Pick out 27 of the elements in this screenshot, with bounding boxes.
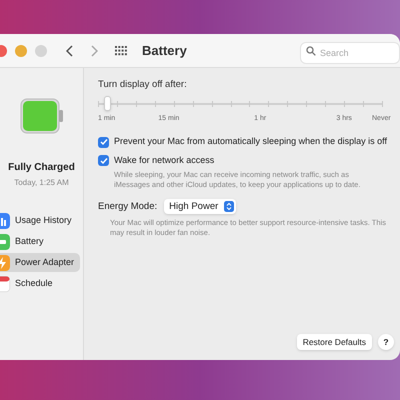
- minimize-button[interactable]: [15, 44, 27, 56]
- sidebar-item[interactable]: Battery: [0, 232, 80, 251]
- checkbox[interactable]: [98, 155, 109, 166]
- sidebar-item[interactable]: Power Adapter: [0, 253, 80, 272]
- back-icon[interactable]: [66, 44, 74, 56]
- checkbox-label: Wake for network access: [114, 154, 214, 167]
- battery-icon: [20, 98, 64, 134]
- chevron-updown-icon: [224, 201, 234, 212]
- search-field[interactable]: Search: [300, 42, 400, 64]
- energy-mode-label: Energy Mode:: [98, 200, 158, 214]
- checkbox[interactable]: [98, 136, 109, 148]
- grid-icon[interactable]: [115, 46, 127, 56]
- checkmark-icon: [100, 138, 108, 146]
- sidebar-item[interactable]: Usage History: [0, 211, 80, 230]
- search-icon: [306, 46, 316, 56]
- help-button[interactable]: ?: [378, 334, 394, 350]
- charge-status: Fully Charged: [8, 161, 75, 175]
- checkbox-label: Prevent your Mac from automatically sleeping when the display is off: [114, 135, 387, 148]
- charge-time: Today, 1:25 AM: [14, 177, 69, 189]
- restore-defaults-button[interactable]: Restore Defaults: [296, 334, 372, 350]
- energy-mode-dropdown[interactable]: High Power: [164, 199, 236, 214]
- window-title: Battery: [142, 42, 187, 60]
- slider-thumb[interactable]: [104, 96, 111, 112]
- display-off-label: Turn display off after:: [98, 78, 188, 92]
- forward-icon[interactable]: [90, 44, 98, 56]
- checkmark-icon: [100, 156, 108, 164]
- sidebar-item[interactable]: Schedule: [0, 274, 80, 293]
